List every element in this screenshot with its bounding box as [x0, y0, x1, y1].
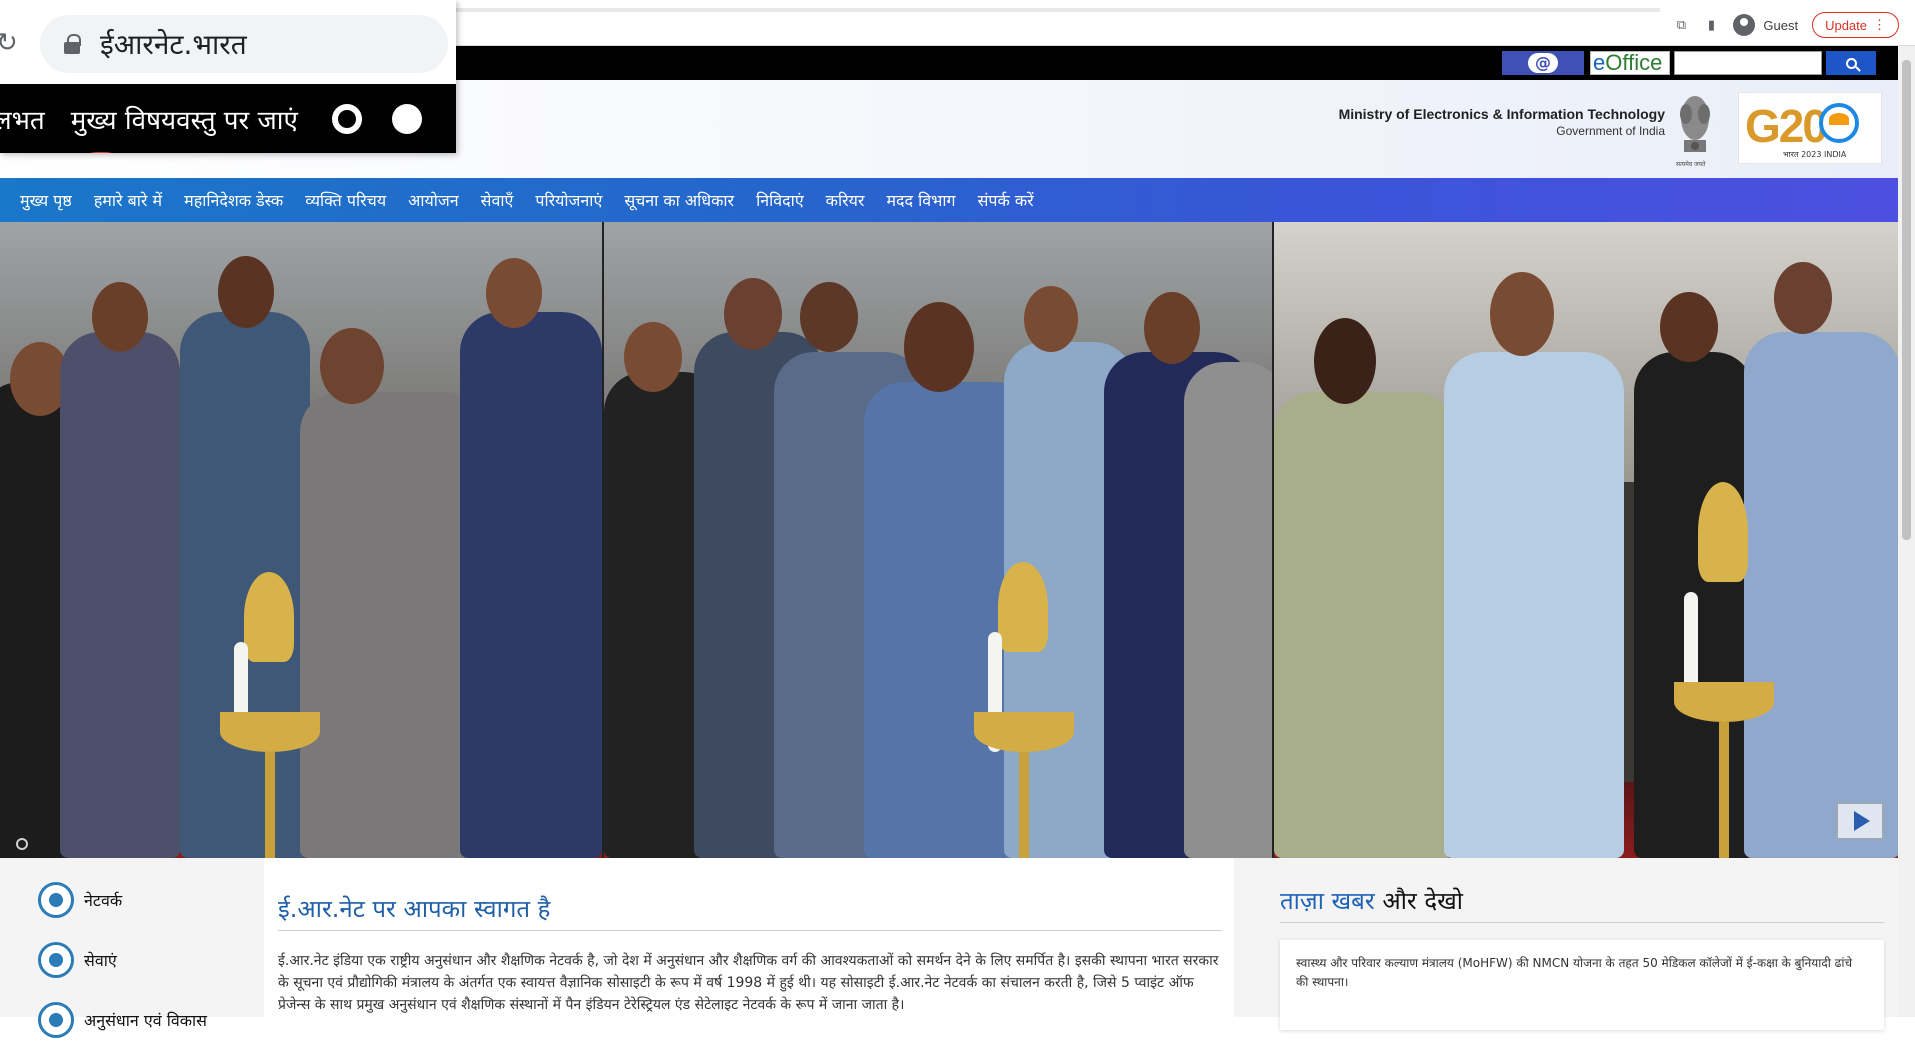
eoffice-e: e [1593, 50, 1606, 75]
news-item-text: स्वास्थ्य और परिवार कल्याण मंत्रालय (MoH… [1296, 956, 1853, 989]
nav-item-contact[interactable]: संपर्क करें [978, 189, 1034, 211]
address-field[interactable]: ईआरनेट.भारत [40, 15, 448, 73]
carousel-photo-3 [1272, 222, 1898, 858]
quicklink-research[interactable]: अनुसंधान एवं विकास [38, 990, 248, 1050]
avatar [1733, 14, 1756, 36]
more-vert-icon: ⋮ [1873, 17, 1886, 32]
g20-logo[interactable]: G20 भारत 2023 INDIA [1738, 92, 1882, 164]
view-more-link[interactable]: और देखो [1375, 887, 1463, 915]
national-emblem-icon [1680, 96, 1710, 152]
welcome-panel: ई.आर.नेट पर आपका स्वागत है ई.आर.नेट इंडि… [264, 858, 1234, 1017]
content-section: नेटवर्क सेवाएं अनुसंधान एवं विकास ई.आर.न… [0, 858, 1898, 1038]
translate-icon[interactable]: ⧉ [1673, 17, 1689, 33]
nav-item-events[interactable]: आयोजन [408, 189, 459, 211]
tab-strip [320, 8, 1660, 12]
url-text: ईआरनेट.भारत [100, 28, 247, 61]
skip-to-main-link[interactable]: मुख्य विषयवस्तु पर जाएं [71, 101, 298, 137]
divider [278, 930, 1222, 931]
carousel-indicator[interactable] [16, 838, 28, 850]
news-title: ताज़ा खबर और देखो [1280, 884, 1463, 917]
welcome-title: ई.आर.नेट पर आपका स्वागत है [278, 895, 551, 923]
search-button[interactable] [1826, 51, 1876, 75]
contrast-normal-icon[interactable] [391, 103, 422, 134]
news-panel: ताज़ा खबर और देखो स्वास्थ्य और परिवार कल… [1262, 858, 1898, 1030]
gear-icon [38, 942, 74, 978]
decorative-arc [88, 152, 114, 153]
nav-item-dg-desk[interactable]: महानिदेशक डेस्क [184, 189, 283, 211]
emblem-caption: सत्यमेव जयते [1676, 161, 1706, 168]
lock-icon [64, 34, 81, 54]
nav-item-projects[interactable]: परियोजनाएं [535, 189, 602, 211]
accessibility-prefix: लभत [0, 105, 45, 136]
main-nav: मुख्य पृष्ठ हमारे बारे में महानिदेशक डेस… [0, 178, 1898, 222]
government-name: Government of India [1556, 124, 1665, 138]
latest-news-link[interactable]: ताज़ा खबर [1280, 887, 1375, 915]
welcome-text: ई.आर.नेट इंडिया एक राष्ट्रीय अनुसंधान और… [278, 953, 1219, 1013]
magnified-accessibility-bar: लभत मुख्य विषयवस्तु पर जाएं [0, 84, 456, 153]
research-icon [38, 1002, 74, 1038]
update-label: Update [1825, 17, 1867, 33]
nav-item-career[interactable]: करियर [826, 189, 865, 211]
ministry-name: Ministry of Electronics & Information Te… [1338, 106, 1665, 122]
reload-icon[interactable]: ↻ [0, 28, 18, 58]
email-link[interactable]: @ [1502, 51, 1584, 75]
divider [1280, 922, 1884, 923]
page-scrollbar[interactable] [1898, 46, 1915, 1017]
ministry-block[interactable]: Ministry of Electronics & Information Te… [1339, 106, 1665, 138]
eoffice-text: Office [1605, 50, 1663, 75]
contrast-toggle-icon[interactable] [331, 103, 362, 134]
quicklink-label: नेटवर्क [84, 891, 123, 910]
g20-subtitle: भारत 2023 INDIA [1783, 150, 1847, 159]
nav-item-helpdesk[interactable]: मदद विभाग [886, 189, 955, 211]
browser-actions: ⧉ ▮ Guest Update ⋮ [1673, 12, 1899, 38]
quicklink-services[interactable]: सेवाएं [38, 930, 248, 990]
nav-item-rti[interactable]: सूचना का अधिकार [624, 189, 734, 211]
globe-icon [38, 882, 74, 918]
nav-item-home[interactable]: मुख्य पृष्ठ [20, 189, 72, 211]
g20-text: G20 [1745, 100, 1828, 152]
nav-item-about[interactable]: हमारे बारे में [94, 189, 162, 211]
g20-lotus-icon [1819, 103, 1859, 143]
magnifier-overlay: ↻ ईआरनेट.भारत लभत मुख्य विषयवस्तु पर जाए… [0, 0, 456, 153]
quicklink-label: अनुसंधान एवं विकास [84, 1011, 207, 1030]
scrollbar-thumb[interactable] [1902, 60, 1911, 540]
play-icon [1854, 811, 1870, 831]
hero-carousel[interactable] [0, 222, 1898, 858]
carousel-photo-1 [0, 222, 602, 858]
quicklink-label: सेवाएं [84, 951, 117, 970]
update-button[interactable]: Update ⋮ [1812, 12, 1899, 38]
eoffice-link[interactable]: eOffice [1590, 51, 1670, 75]
nav-item-tenders[interactable]: निविदाएं [756, 189, 804, 211]
side-panel-icon[interactable]: ▮ [1703, 17, 1719, 33]
quick-links: नेटवर्क सेवाएं अनुसंधान एवं विकास [38, 870, 248, 1050]
mail-at-icon: @ [1528, 53, 1558, 73]
nav-item-people[interactable]: व्यक्ति परिचय [305, 189, 386, 211]
site-search-input[interactable] [1674, 51, 1822, 75]
carousel-play-button[interactable] [1836, 802, 1884, 840]
carousel-photo-2 [602, 222, 1272, 858]
search-icon [1845, 57, 1857, 69]
quicklink-network[interactable]: नेटवर्क [38, 870, 248, 930]
nav-item-services[interactable]: सेवाएँ [481, 189, 514, 211]
magnified-address-bar: ↻ ईआरनेट.भारत [0, 0, 456, 84]
profile-button[interactable]: Guest [1733, 14, 1798, 36]
profile-label: Guest [1763, 17, 1799, 33]
